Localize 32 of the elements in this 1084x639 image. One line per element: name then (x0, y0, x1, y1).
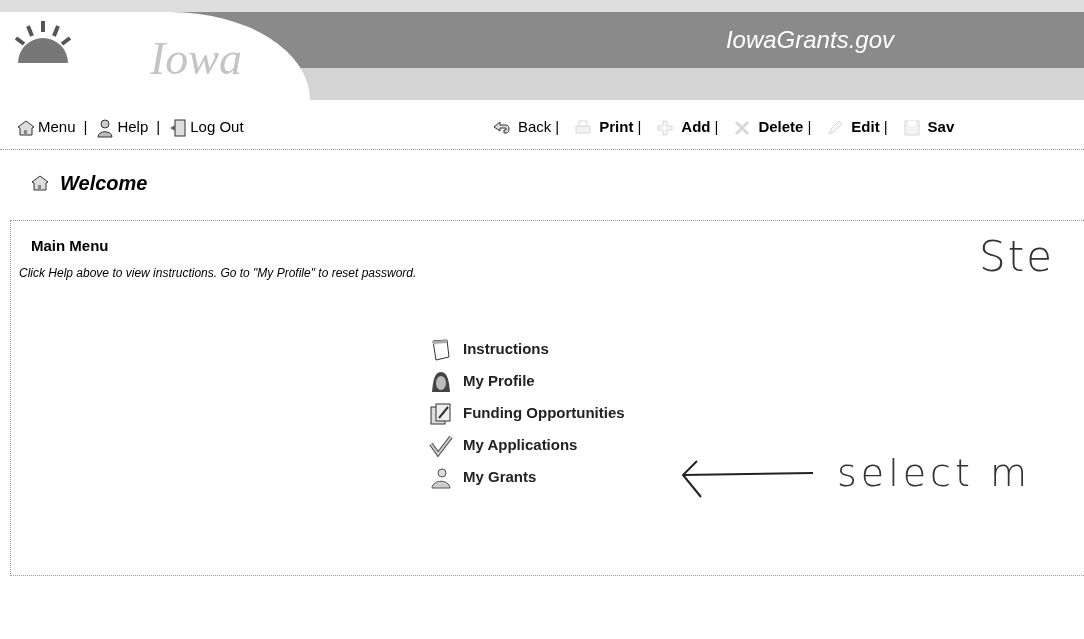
notepad-icon (429, 337, 453, 362)
house-icon (30, 173, 50, 193)
person-icon (429, 369, 453, 394)
handwritten-note: Ste (979, 231, 1054, 283)
separator: | (156, 117, 161, 138)
menu-item[interactable]: Funding Opportunities (429, 401, 625, 426)
person-icon (429, 465, 453, 490)
documents-icon (429, 401, 453, 426)
logo-text: Iowa (150, 32, 242, 86)
separator: | (807, 117, 812, 138)
separator: | (637, 117, 642, 138)
toolbar-link[interactable]: Back (492, 116, 552, 139)
handwritten-note: select m (837, 450, 1031, 497)
person-icon (95, 117, 116, 138)
menu-item[interactable]: Instructions (429, 337, 549, 362)
site-title: IowaGrants.gov (725, 25, 894, 55)
checkmark-icon (429, 433, 453, 458)
separator: | (83, 117, 88, 138)
door-icon (168, 117, 189, 138)
separator: | (883, 117, 888, 138)
toolbar-link[interactable]: Menu (16, 116, 76, 139)
toolbar-link[interactable]: Help (95, 116, 149, 139)
page-title: Welcome (60, 171, 148, 196)
panel-title: Main Menu (31, 236, 109, 256)
menu-item[interactable]: My Applications (429, 433, 578, 458)
toolbar-link[interactable]: Log Out (168, 116, 244, 139)
separator: | (714, 117, 719, 138)
separator: | (555, 117, 560, 138)
menu-item[interactable]: My Profile (429, 369, 535, 394)
menu-item[interactable]: My Grants (429, 465, 537, 490)
plus-icon (655, 117, 676, 138)
panel-hint: Click Help above to view instructions. Go to "My Profile" to reset password. (19, 264, 417, 282)
